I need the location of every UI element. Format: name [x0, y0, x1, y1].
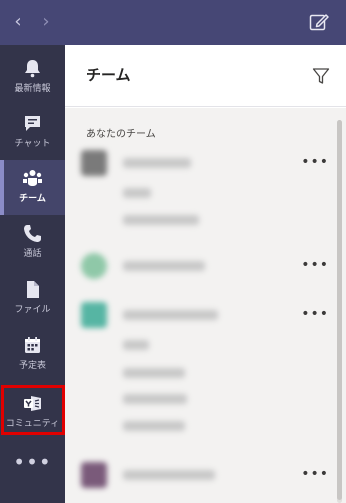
teams-icon: [23, 170, 42, 186]
team-more-options-icon[interactable]: •••: [301, 466, 329, 482]
team-name-redacted: [123, 470, 215, 480]
bell-icon: [25, 60, 40, 78]
team-item[interactable]: •••: [65, 148, 335, 238]
page-title: チーム: [86, 66, 131, 84]
team-name-redacted: [123, 158, 191, 168]
teams-pane: チーム あなたのチーム ••• ••• ••• •••: [65, 45, 346, 503]
team-avatar: [81, 462, 107, 488]
rail-item-activity[interactable]: 最新情報: [0, 50, 65, 105]
team-item[interactable]: •••: [65, 460, 335, 500]
team-item[interactable]: •••: [65, 300, 335, 450]
rail-item-files[interactable]: ファイル: [0, 271, 65, 326]
rail-item-label: 最新情報: [14, 84, 51, 94]
section-label: あなたのチーム: [86, 129, 156, 140]
team-more-options-icon[interactable]: •••: [301, 257, 329, 273]
channel-redacted: [123, 215, 199, 225]
team-item[interactable]: •••: [65, 251, 335, 281]
rail-item-label: 通話: [23, 249, 42, 259]
pane-header: チーム: [65, 45, 346, 107]
rail-item-calls[interactable]: 通話: [0, 215, 65, 270]
rail-item-chat[interactable]: チャット: [0, 105, 65, 160]
teams-window: ‹ › 最新情報 チャット チーム 通話 ファイル 予定表 コミュニティ •••…: [0, 0, 346, 503]
highlight-box: [1, 385, 65, 435]
team-avatar: [81, 302, 107, 328]
channel-redacted: [123, 394, 187, 404]
top-bar: ‹ ›: [0, 0, 346, 45]
rail-item-calendar[interactable]: 予定表: [0, 327, 65, 382]
rail-item-label: チャット: [14, 139, 51, 149]
forward-arrow-icon[interactable]: ›: [34, 10, 58, 34]
channel-redacted: [123, 188, 151, 198]
scrollbar-thumb[interactable]: [337, 120, 342, 500]
team-avatar: [81, 150, 107, 176]
team-name-redacted: [123, 261, 205, 271]
chat-icon: [25, 116, 40, 131]
app-rail: 最新情報 チャット チーム 通話 ファイル 予定表 コミュニティ •••: [0, 45, 65, 503]
filter-icon[interactable]: [312, 67, 330, 85]
rail-item-label: 予定表: [18, 361, 46, 371]
channel-redacted: [123, 368, 185, 378]
teams-list: あなたのチーム ••• ••• ••• •••: [65, 108, 346, 503]
team-name-redacted: [123, 310, 218, 320]
team-more-options-icon[interactable]: •••: [301, 306, 329, 322]
compose-icon[interactable]: [308, 11, 330, 33]
team-more-options-icon[interactable]: •••: [301, 154, 329, 170]
back-arrow-icon[interactable]: ‹: [6, 10, 30, 34]
file-icon: [27, 281, 39, 298]
calendar-icon: [25, 337, 40, 353]
team-avatar: [81, 253, 107, 279]
rail-item-label: ファイル: [14, 305, 51, 315]
channel-redacted: [123, 340, 149, 350]
more-apps-icon[interactable]: •••: [0, 450, 65, 474]
rail-item-teams[interactable]: チーム: [0, 160, 65, 215]
phone-icon: [24, 225, 41, 242]
channel-redacted: [123, 421, 185, 431]
rail-item-label: チーム: [19, 194, 46, 204]
